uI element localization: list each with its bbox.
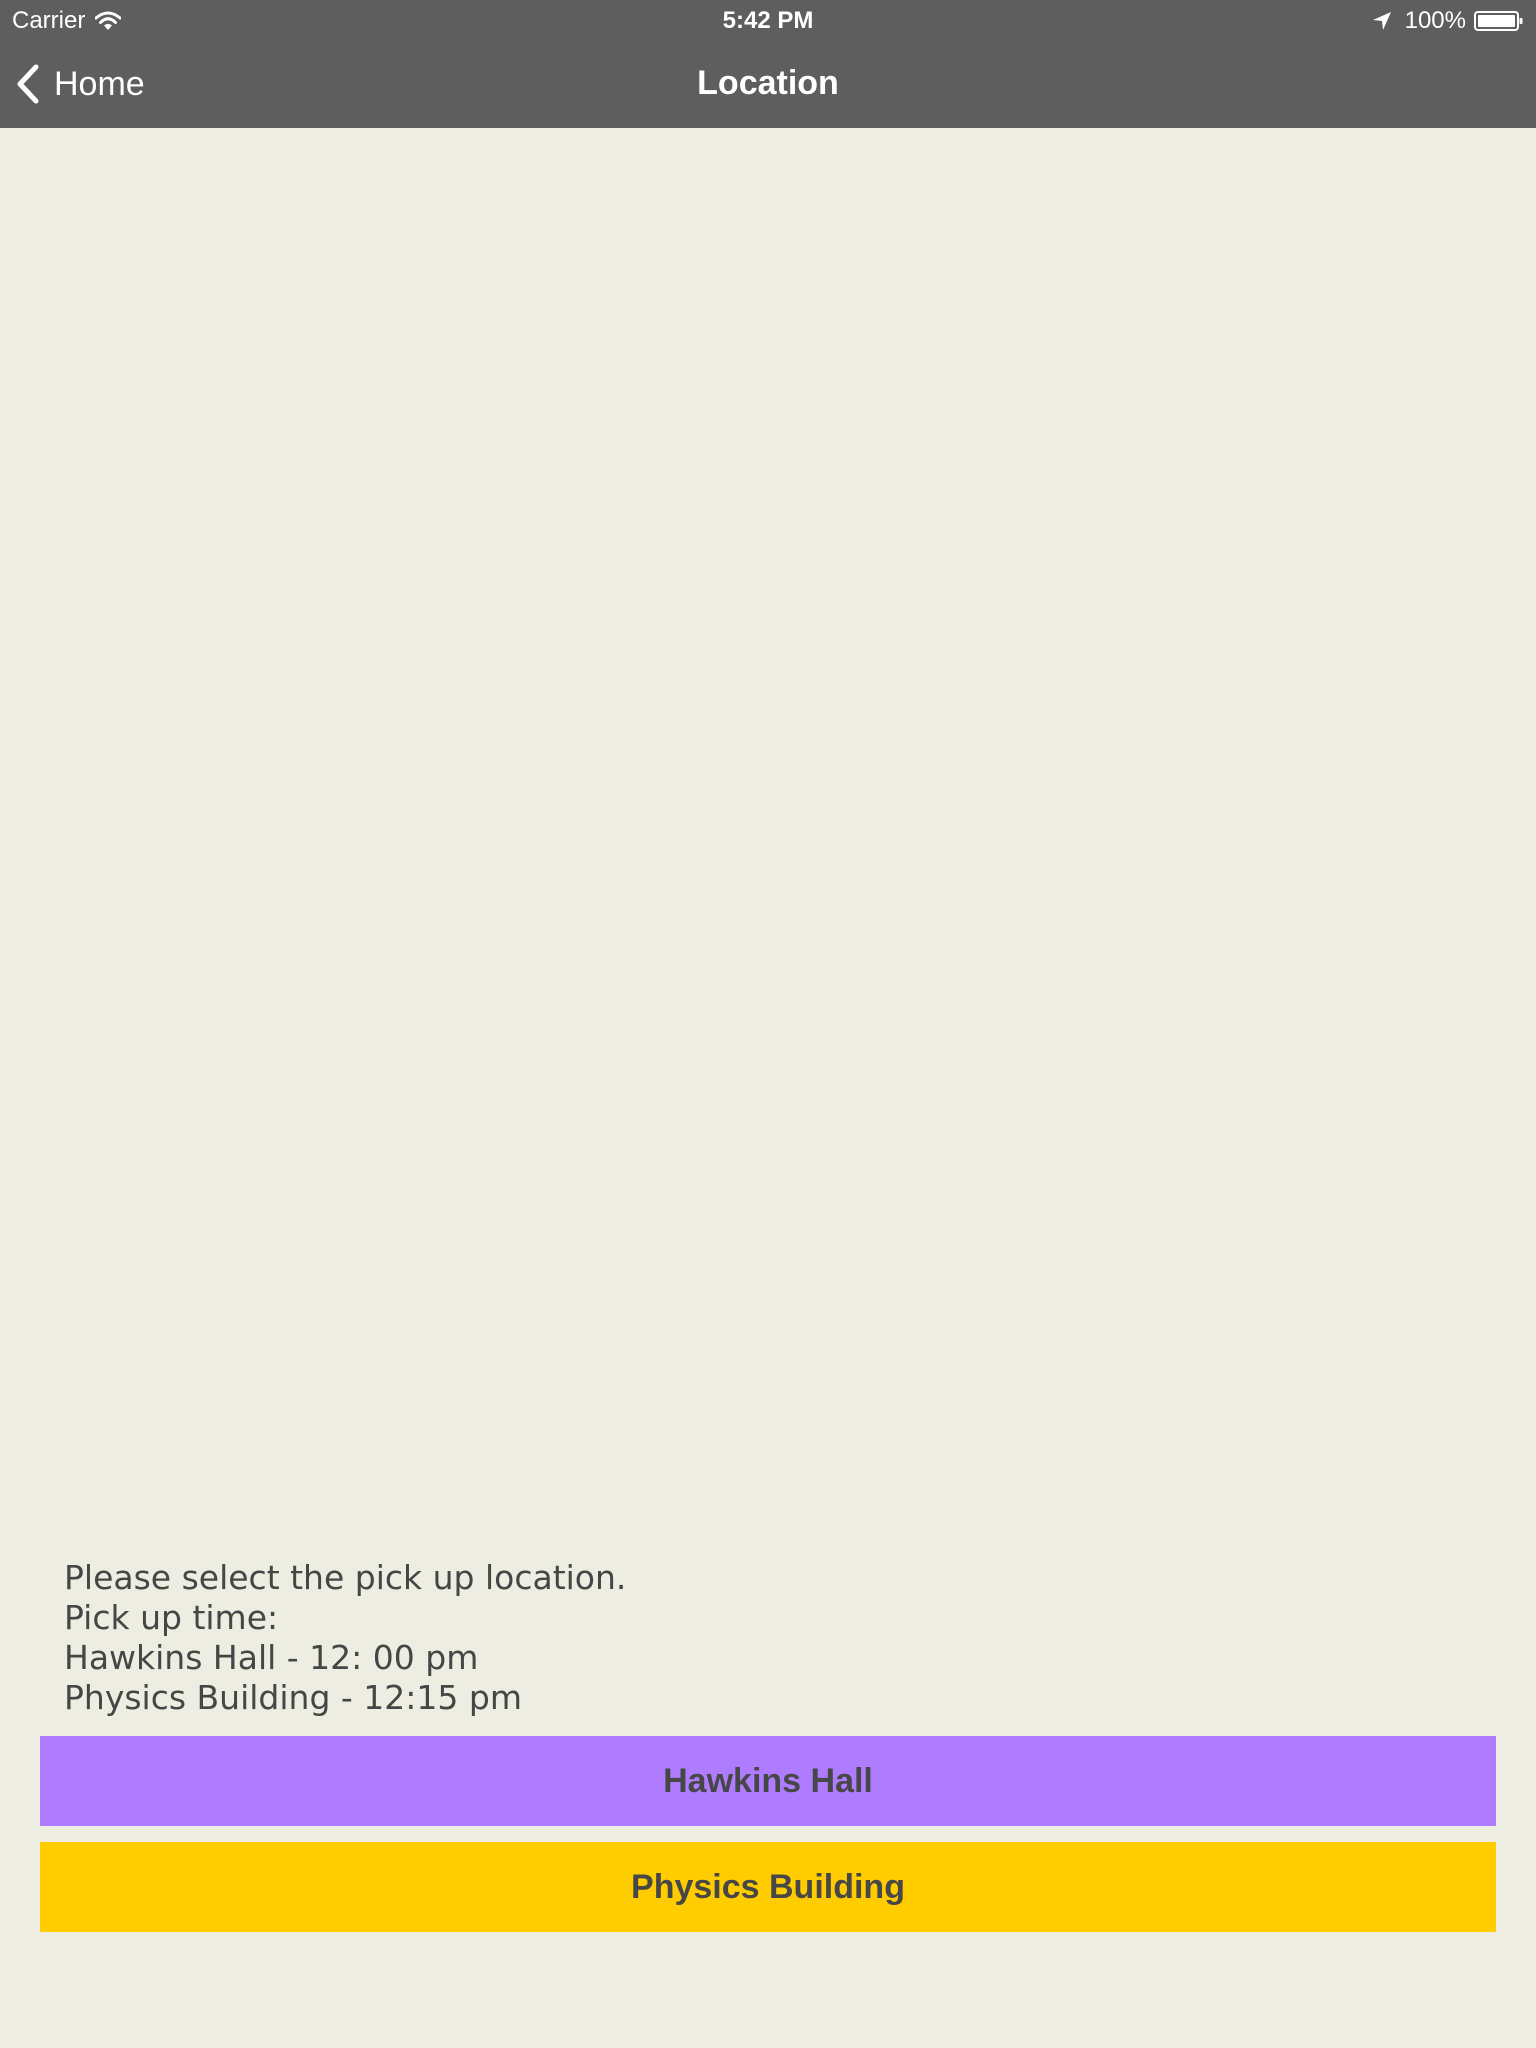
hawkins-hall-button[interactable]: Hawkins Hall <box>40 1736 1496 1826</box>
instruction-line: Please select the pick up location. <box>64 1558 627 1597</box>
status-time: 5:42 PM <box>722 7 814 34</box>
hawkins-pickup-time: Hawkins Hall - 12: 00 pm <box>64 1638 479 1677</box>
physics-pickup-time: Physics Building - 12:15 pm <box>64 1678 522 1717</box>
battery-percentage: 100% <box>1404 7 1466 34</box>
main-content: Please select the pick up location. Pick… <box>0 128 1536 2048</box>
location-arrow-icon <box>1372 12 1391 30</box>
top-bar: Carrier 5:42 PM 100% Home Location <box>0 0 1536 128</box>
instructions-text: Please select the pick up location. Pick… <box>64 1558 1464 1718</box>
page-title: Location <box>697 64 839 102</box>
status-right-group: 100% <box>1371 6 1524 36</box>
navigation-bar: Home Location <box>0 40 1536 128</box>
physics-building-button[interactable]: Physics Building <box>40 1842 1496 1932</box>
battery-icon <box>1474 11 1523 31</box>
pickup-time-heading: Pick up time: <box>64 1598 279 1637</box>
status-bar: Carrier 5:42 PM 100% <box>0 0 1536 40</box>
